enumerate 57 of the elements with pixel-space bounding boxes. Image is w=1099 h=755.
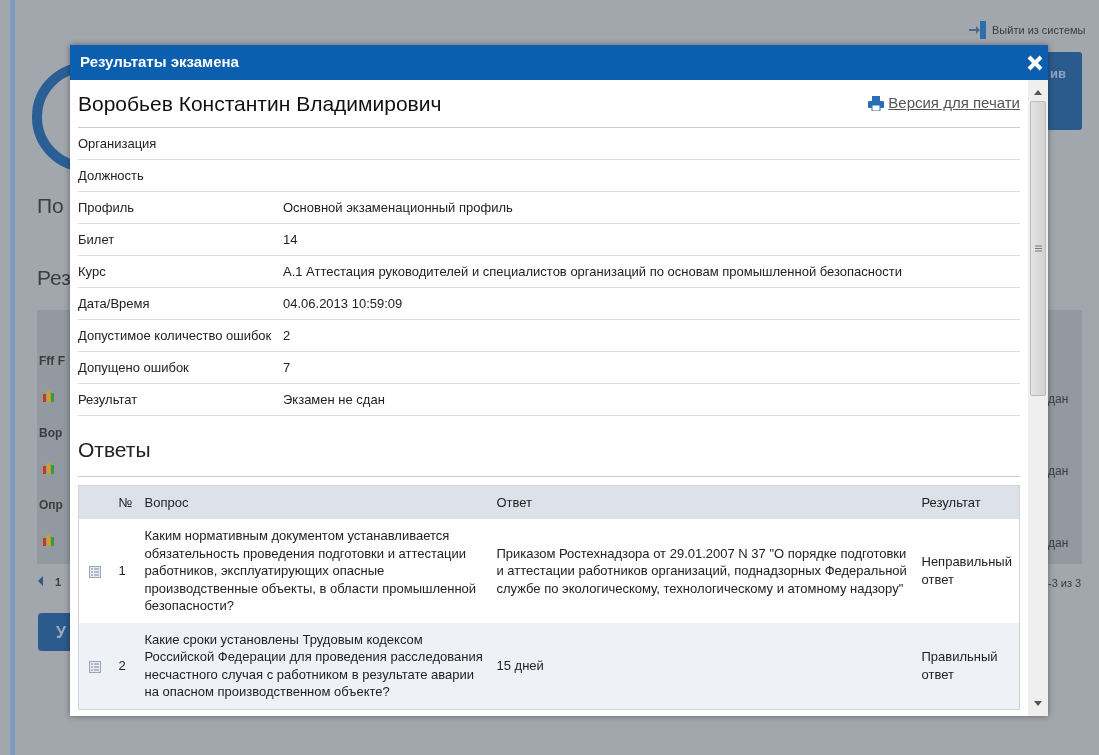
field-value: 04.06.2013 10:59:09 (283, 294, 403, 313)
bar-chart-icon[interactable] (43, 462, 55, 474)
result-text: Правильный ответ (915, 622, 1020, 710)
section-heading: Ответы (78, 416, 1020, 477)
scroll-up-icon[interactable] (1033, 88, 1043, 96)
row-status: дан (1048, 463, 1069, 480)
row-status: дан (1048, 535, 1069, 552)
details-icon[interactable] (89, 660, 101, 673)
scroll-down-icon[interactable] (1033, 700, 1043, 708)
row-title: Fff F (39, 353, 65, 370)
prev-page-icon[interactable] (38, 576, 43, 586)
logout-icon (968, 20, 988, 40)
page-link[interactable]: 1 (55, 574, 62, 591)
field-label: Профиль (78, 198, 136, 217)
column-header: Ответ (490, 485, 916, 519)
row-status: дан (1048, 391, 1069, 408)
field-label: Результат (78, 390, 139, 409)
field-label: Организация (78, 134, 158, 153)
field-label: Должность (78, 166, 145, 185)
scrollbar-thumb[interactable] (1030, 101, 1046, 396)
person-name: Воробьев Константин Владимирович (78, 90, 442, 117)
answer-text: 15 дней (490, 622, 916, 710)
field-label: Допустимое количество ошибок (78, 326, 273, 345)
header-button[interactable]: ив (1048, 52, 1082, 130)
action-button[interactable]: У (38, 613, 70, 651)
field-label: Дата/Время (78, 294, 151, 313)
question-text: Каким нормативным документом устанавливается обязательность проведения подготовки и аттестации работников, эксплуатирующих опасные производственные объекты, в области промышленной безопасности? (138, 519, 491, 623)
row-title: Вор (39, 425, 63, 442)
column-header: № (112, 485, 139, 519)
result-text: Неправильный ответ (915, 519, 1020, 623)
answer-text: Приказом Ростехнадзора от 29.01.2007 N 37 "О порядке подготовки и аттестации работников организаций, поднадзорных Федеральной службе по экологическому, технологическому и атомному надзору" (490, 519, 916, 623)
column-header: Результат (915, 485, 1020, 519)
field-value: 7 (283, 358, 291, 377)
page-range: -3 из 3 (1048, 576, 1082, 591)
field-value: Экзамен не сдан (283, 390, 385, 409)
field-label: Курс (78, 262, 107, 281)
row-title: Опр (39, 497, 63, 514)
details-icon[interactable] (89, 565, 101, 578)
row-number: 2 (112, 622, 139, 710)
row-number: 1 (112, 519, 139, 623)
dialog-title: Результаты экзамена (80, 52, 239, 73)
field-value: 14 (283, 230, 298, 249)
section-heading: По (37, 193, 64, 219)
column-header: Вопрос (138, 485, 491, 519)
bar-chart-icon[interactable] (43, 534, 55, 546)
field-value: А.1 Аттестация руководителей и специалистов организаций по основам промышленной безопасности (283, 262, 902, 281)
field-label: Билет (78, 230, 116, 249)
bar-chart-icon[interactable] (43, 390, 55, 402)
question-text: Какие сроки установлены Трудовым кодексом Российской Федерации для проведения расследования несчастного случая с работником в результате аварии на опасном производственном объекте? (138, 622, 491, 710)
field-value: 2 (283, 326, 291, 345)
field-label: Допущено ошибок (78, 358, 190, 377)
printer-icon (868, 96, 885, 111)
close-button[interactable] (1026, 53, 1044, 72)
print-link[interactable]: Версия для печати (868, 92, 1020, 115)
field-value: Основной экзаменационный профиль (283, 198, 513, 217)
logout-link[interactable]: Выйти из системы (992, 21, 1086, 39)
section-heading: Рез (37, 265, 71, 291)
